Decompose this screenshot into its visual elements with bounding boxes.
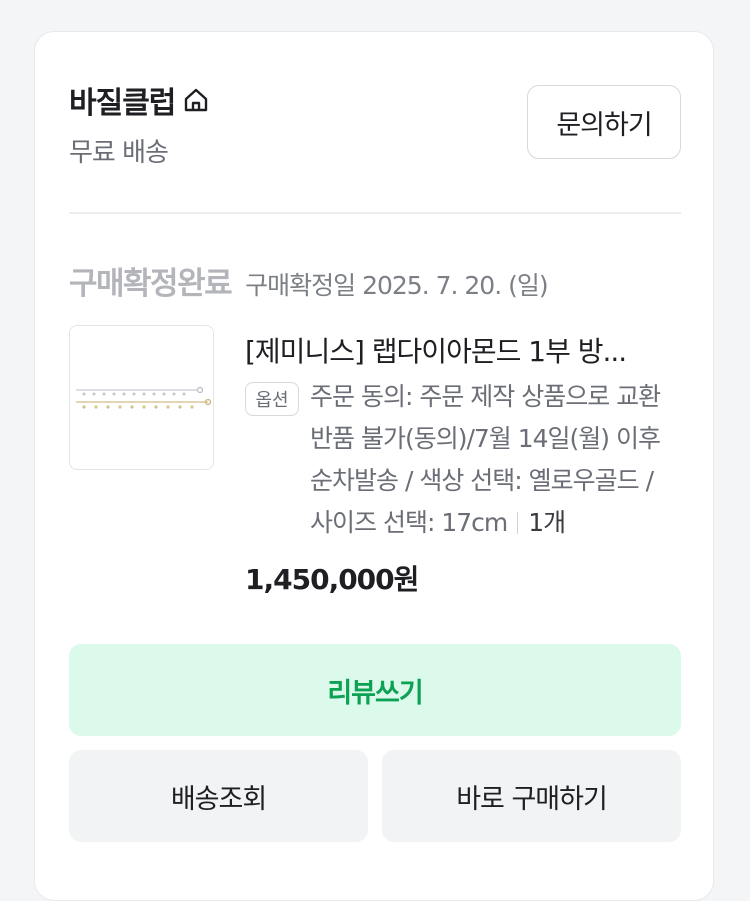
- buy-again-button[interactable]: 바로 구매하기: [382, 750, 681, 842]
- home-icon[interactable]: [181, 85, 211, 115]
- quantity: 1개: [528, 508, 566, 537]
- option-badge: 옵션: [245, 382, 299, 416]
- confirm-date: 구매확정일 2025. 7. 20. (일): [245, 271, 548, 300]
- store-name[interactable]: 바질클럽: [69, 78, 176, 122]
- order-status: 구매확정완료: [69, 266, 233, 302]
- divider: [69, 212, 681, 214]
- shipping-info: 무료 배송: [69, 138, 169, 168]
- inquiry-button[interactable]: 문의하기: [527, 85, 681, 159]
- product-thumbnail[interactable]: [69, 325, 214, 470]
- track-delivery-button[interactable]: 배송조회: [69, 750, 368, 842]
- store-header[interactable]: 바질클럽: [69, 78, 211, 122]
- order-status-line: 구매확정완료 구매확정일 2025. 7. 20. (일): [69, 258, 549, 303]
- product-price: 1,450,000원: [245, 563, 419, 596]
- quantity-separator: [517, 512, 519, 534]
- product-name[interactable]: [제미니스] 랩다이아몬드 1부 방...: [245, 330, 665, 370]
- bracelet-image: [76, 386, 212, 409]
- order-card: 바질클럽 무료 배송 문의하기 구매확정완료 구매확정일 2025. 7. 20…: [34, 31, 714, 901]
- product-option-details: 주문 동의: 주문 제작 상품으로 교환 반품 불가(동의)/7월 14일(월)…: [310, 376, 690, 544]
- write-review-button[interactable]: 리뷰쓰기: [69, 644, 681, 736]
- option-text: 주문 동의: 주문 제작 상품으로 교환 반품 불가(동의)/7월 14일(월)…: [310, 382, 661, 537]
